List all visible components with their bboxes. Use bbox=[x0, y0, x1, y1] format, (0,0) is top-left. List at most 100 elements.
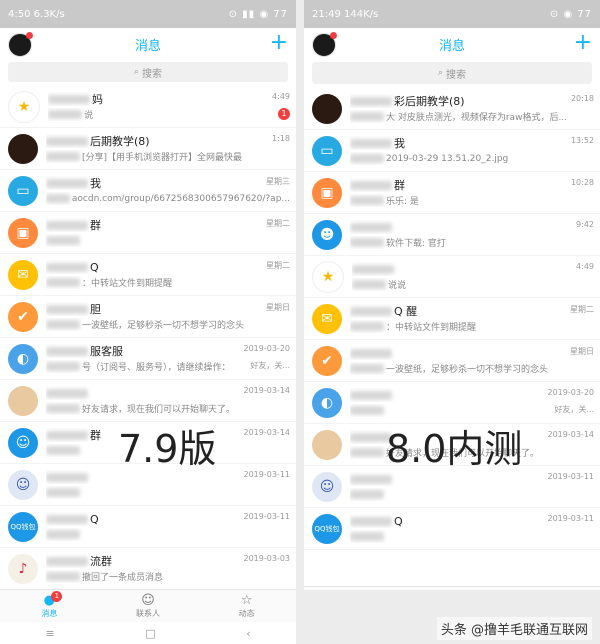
conversation-row[interactable]: ◐ 服客服 号（订阅号、服务号），请继续操作： 2019-03-20 好友，关... bbox=[0, 338, 296, 380]
conversation-preview-text: 撤回了一条成员消息 bbox=[82, 573, 164, 583]
conversation-row[interactable]: ✉ Q 醒 ：中转站文件到期提醒 星期二 bbox=[304, 298, 600, 340]
add-icon[interactable]: + bbox=[270, 30, 288, 56]
conversation-time: 2019-03-11 bbox=[243, 512, 291, 521]
conversation-name-text: 后期教学(8) bbox=[90, 135, 150, 148]
conversation-time: 2019-03-20 bbox=[243, 344, 291, 353]
conversation-preview-text: 乐乐: 是 bbox=[386, 197, 419, 207]
conversation-preview: 软件下载: 官打 bbox=[350, 236, 594, 249]
version-overlay: 7.9版 bbox=[118, 427, 217, 471]
conversation-avatar bbox=[8, 385, 38, 416]
conversation-avatar: ▣ bbox=[312, 177, 342, 208]
status-icons: ⊙ ◉ 77 bbox=[549, 8, 592, 20]
profile-avatar[interactable] bbox=[312, 32, 337, 57]
conversation-row[interactable]: 好友请求，现在我们可以开始聊天了。 2019-03-14 bbox=[0, 380, 296, 422]
conversation-name: 后期教学(8) bbox=[46, 134, 290, 148]
conversation-avatar: ✉ bbox=[312, 303, 342, 334]
qq-7-9-screen: 4:50 6.3K/s ⊙ ▮▮ ◉ 77 消息 + ⌕ 搜索 ★ 妈说 4:49 1… bbox=[0, 0, 296, 644]
conversation-avatar: ☺ bbox=[312, 471, 342, 502]
conversation-avatar bbox=[8, 133, 38, 164]
unread-badge: 1 bbox=[278, 108, 290, 120]
tab-label: 联系人 bbox=[136, 608, 160, 618]
conversation-name: 我 bbox=[46, 176, 290, 190]
search-placeholder: 搜索 bbox=[142, 68, 163, 80]
conversation-name: 彩后期教学(8) bbox=[350, 94, 594, 108]
tab-contacts[interactable]: ☺联系人 bbox=[403, 587, 502, 590]
tab-feed[interactable]: ☆动态 bbox=[501, 587, 600, 590]
conversation-row[interactable]: QQ钱包 Q 2019-03-11 bbox=[0, 506, 296, 548]
conversation-preview-text: 号（订阅号、服务号），请继续操作： bbox=[82, 363, 231, 373]
conversation-preview-text: ：中转站文件到期提醒 bbox=[386, 323, 477, 333]
conversation-preview: 2019-03-29 13.51.20_2.jpg bbox=[350, 152, 594, 165]
conversation-preview bbox=[46, 234, 290, 247]
conversation-avatar bbox=[312, 93, 342, 124]
star-icon: ☆ bbox=[240, 592, 253, 608]
conversation-row[interactable]: QQ钱包 Q 2019-03-11 bbox=[304, 508, 600, 550]
conversation-preview-text: 一波壁纸，足够秒杀一切不想学习的念头 bbox=[386, 365, 549, 375]
conversation-row[interactable]: 彩后期教学(8) 大 对皮肤点测光，视频保存为raw格式，后... 20:18 bbox=[304, 88, 600, 130]
conversation-time: 2019-03-20 bbox=[547, 388, 595, 397]
conversation-row[interactable]: ✉ Q ：中转站文件到期提醒 星期二 bbox=[0, 254, 296, 296]
conversation-time: 4:49 bbox=[272, 92, 290, 101]
search-bar[interactable]: ⌕ 搜索 bbox=[8, 62, 288, 82]
back-nav-icon[interactable]: ‹ bbox=[246, 627, 250, 640]
conversation-preview-text: ：中转站文件到期提醒 bbox=[82, 279, 173, 289]
profile-avatar[interactable] bbox=[8, 32, 33, 57]
conversation-avatar bbox=[312, 429, 342, 460]
conversation-name-text: 群 bbox=[90, 429, 101, 442]
conversation-row[interactable]: ▭ 我 2019-03-29 13.51.20_2.jpg 13:52 bbox=[304, 130, 600, 172]
conversation-name-text: 服客服 bbox=[90, 345, 123, 358]
conversation-name-text: 妈 bbox=[92, 93, 103, 106]
conversation-row[interactable]: 后期教学(8) [分享]【用手机浏览器打开】全网最快最 1:18 bbox=[0, 128, 296, 170]
add-icon[interactable]: + bbox=[574, 30, 592, 56]
conversation-row[interactable]: ▭ 我 aocdn.com/group/6672568300657967620/?a… bbox=[0, 170, 296, 212]
status-speed: 6.3K/s bbox=[33, 8, 65, 20]
conversation-name-text: Q bbox=[90, 512, 99, 526]
conversation-preview: 乐乐: 是 bbox=[350, 194, 594, 207]
conversation-avatar: ☻ bbox=[312, 219, 342, 250]
conversation-name bbox=[352, 262, 594, 276]
conversation-time: 10:28 bbox=[570, 178, 594, 187]
conversation-row[interactable]: ★ 说说 4:49 bbox=[304, 256, 600, 298]
tab-messages[interactable]: ●消息 bbox=[304, 587, 403, 590]
conversation-preview: aocdn.com/group/6672568300657967620/?ap.… bbox=[46, 192, 290, 205]
conversation-row[interactable]: ♪ 流群 撤回了一条成员消息 2019-03-03 bbox=[0, 548, 296, 590]
tab-feed[interactable]: ☆动态 bbox=[197, 590, 296, 622]
conversation-row[interactable]: ▣ 群乐乐: 是 10:28 bbox=[304, 172, 600, 214]
conversation-avatar: ★ bbox=[312, 260, 344, 293]
conversation-name-text: 胆 bbox=[90, 303, 101, 316]
conversation-preview: ：中转站文件到期提醒 bbox=[46, 276, 290, 289]
conversation-row[interactable]: ✔ 一波壁纸，足够秒杀一切不想学习的念头 星期日 bbox=[304, 340, 600, 382]
conversation-row[interactable]: ▣ 群 星期二 bbox=[0, 212, 296, 254]
conversation-time: 星期日 bbox=[570, 347, 594, 356]
conversation-preview-text: 一波壁纸，足够秒杀一切不想学习的念头 bbox=[82, 321, 245, 331]
conversation-name-text: 我 bbox=[90, 177, 101, 190]
conversation-preview-text: 软件下载: 官打 bbox=[386, 239, 446, 249]
conversation-name-text: 彩后期教学(8) bbox=[394, 95, 465, 108]
conversation-preview: 说说 bbox=[352, 278, 594, 291]
tab-messages[interactable]: ● 消息 1 bbox=[0, 590, 99, 622]
status-icons: ⊙ ▮▮ ◉ 77 bbox=[228, 8, 288, 20]
conversation-name-text: Q 醒 bbox=[394, 305, 418, 318]
conversation-preview-text: 大 对皮肤点测光，视频保存为raw格式，后... bbox=[386, 113, 568, 123]
qq-8-0-screen: 21:49 144K/s ⊙ ◉ 77 消息 + ⌕ 搜索 彩后期教学(8) 大 … bbox=[304, 0, 600, 590]
conversation-time: 2019-03-11 bbox=[243, 470, 291, 479]
conversation-name: 妈 bbox=[48, 92, 290, 106]
menu-nav-icon[interactable]: ≡ bbox=[45, 627, 54, 640]
unread-badge: 好友，关... bbox=[250, 361, 290, 370]
search-bar[interactable]: ⌕ 搜索 bbox=[312, 62, 592, 84]
conversation-time: 2019-03-14 bbox=[547, 430, 595, 439]
conversation-time: 星期三 bbox=[266, 177, 290, 186]
conversation-preview: 好友请求，现在我们可以开始聊天了。 bbox=[46, 402, 290, 415]
tab-contacts[interactable]: ☺联系人 bbox=[99, 590, 198, 622]
conversation-row[interactable]: ☻ 软件下载: 官打 9:42 bbox=[304, 214, 600, 256]
conversation-preview bbox=[350, 530, 594, 543]
conversation-preview bbox=[46, 486, 290, 499]
conversation-preview: 撤回了一条成员消息 bbox=[46, 570, 290, 583]
home-nav-icon[interactable]: □ bbox=[145, 627, 155, 640]
conversation-name bbox=[350, 220, 594, 234]
conversation-row[interactable]: ★ 妈说 4:49 1 bbox=[0, 86, 296, 128]
conversation-row[interactable]: ✔ 胆一波壁纸，足够秒杀一切不想学习的念头 星期日 bbox=[0, 296, 296, 338]
tab-bar: ● 消息 1 ☺ 联系人 ☆ 动态 bbox=[0, 589, 296, 622]
conversation-name-text: 群 bbox=[90, 219, 101, 232]
conversation-time: 星期二 bbox=[266, 261, 290, 270]
